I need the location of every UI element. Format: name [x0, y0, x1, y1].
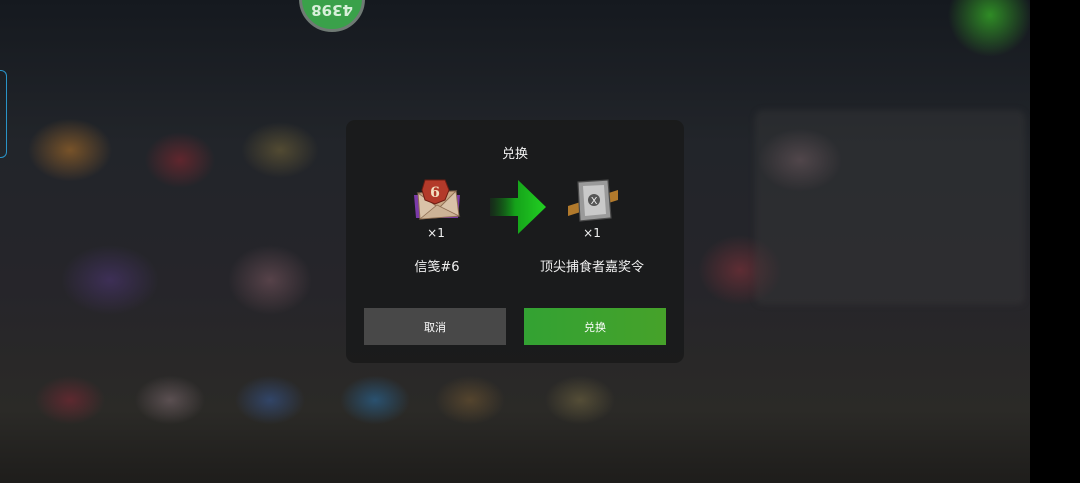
top-badge-text: 4398 — [311, 1, 353, 19]
commendation-token-icon: X — [568, 178, 618, 224]
arrow-right-icon — [490, 180, 546, 234]
left-side-tab[interactable] — [0, 70, 7, 158]
confirm-exchange-button[interactable]: 兑换 — [524, 308, 666, 345]
from-item-quantity: ×1 — [427, 226, 445, 240]
to-item-name: 顶尖捕食者嘉奖令 — [539, 260, 644, 275]
cancel-button[interactable]: 取消 — [364, 308, 506, 345]
token-mark: X — [591, 196, 598, 207]
letter-number: 6 — [430, 185, 440, 201]
from-item-name: 信笺#6 — [414, 260, 460, 275]
background-panel — [755, 110, 1025, 305]
to-item-quantity: ×1 — [583, 226, 601, 240]
letter-envelope-icon: 6 — [412, 178, 462, 224]
top-badge: 4398 — [299, 0, 365, 32]
right-edge-bar — [1030, 0, 1080, 483]
dialog-title: 兑换 — [501, 147, 528, 162]
game-background: 4398 兑换 6 ×1 信笺#6 X ×1 顶尖捕食者嘉奖令 取消 兑换 — [0, 0, 1030, 483]
exchange-dialog: 兑换 6 ×1 信笺#6 X ×1 顶尖捕食者嘉奖令 取消 兑换 — [346, 120, 684, 363]
